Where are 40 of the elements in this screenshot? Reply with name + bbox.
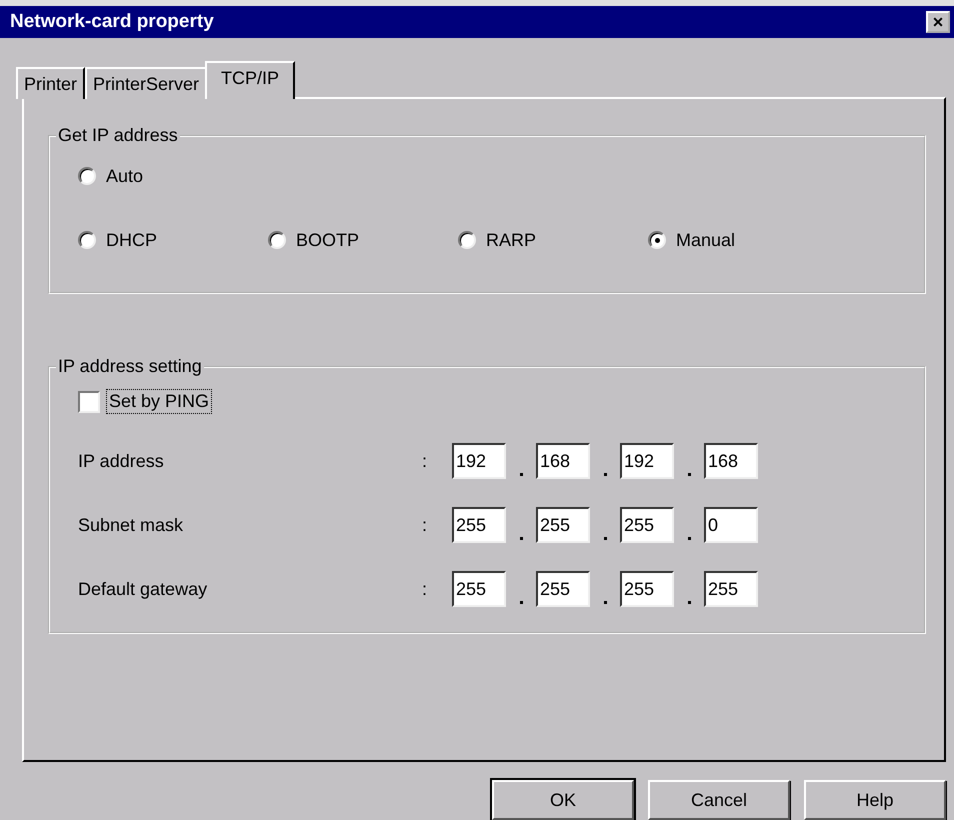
radio-label: DHCP <box>106 230 158 251</box>
field-label: Default gateway <box>78 578 208 600</box>
tab[interactable]: PrinterServer <box>85 67 208 100</box>
octet-field[interactable]: 255 <box>620 507 674 544</box>
group-title: Get IP address <box>57 125 179 146</box>
octet-field[interactable]: 255 <box>536 507 590 544</box>
group-title: IP address setting <box>57 356 203 378</box>
radio-button[interactable] <box>78 231 96 250</box>
octet-field[interactable]: 168 <box>536 443 590 480</box>
checkbox[interactable] <box>78 390 100 413</box>
octet-field[interactable]: 255 <box>704 571 758 608</box>
radio-button[interactable] <box>648 231 666 250</box>
colon: : <box>422 450 428 472</box>
radio-label: Auto <box>106 166 144 187</box>
colon: : <box>422 578 428 600</box>
octet-field[interactable]: 192 <box>620 443 674 480</box>
field-label: IP address <box>78 450 165 472</box>
octet-field[interactable]: 168 <box>704 443 758 480</box>
field-label: Subnet mask <box>78 514 184 536</box>
radio-label: Manual <box>676 230 736 251</box>
radio-label: RARP <box>486 230 536 251</box>
octet-field[interactable]: 0 <box>704 507 758 544</box>
tab[interactable]: TCP/IP <box>205 61 296 100</box>
octet-field[interactable]: 255 <box>452 571 506 608</box>
window-title: Network-card property <box>10 10 214 33</box>
radio-label: BOOTP <box>296 230 360 251</box>
octet-field[interactable]: 255 <box>536 571 590 608</box>
radio-button[interactable] <box>268 231 286 250</box>
octet-field[interactable]: 255 <box>620 571 674 608</box>
octet-field[interactable]: 255 <box>452 507 506 544</box>
checkbox-label: Set by PING <box>106 389 212 414</box>
close-button[interactable]: × <box>926 10 950 33</box>
radio-button[interactable] <box>458 231 476 250</box>
dialog-button[interactable]: OK <box>492 780 634 820</box>
radio-button[interactable] <box>78 167 96 186</box>
dialog-button[interactable]: Help <box>804 780 946 820</box>
colon: : <box>422 514 428 536</box>
dialog-button[interactable]: Cancel <box>648 780 790 820</box>
octet-field[interactable]: 192 <box>452 443 506 480</box>
tab[interactable]: Printer <box>16 67 86 100</box>
